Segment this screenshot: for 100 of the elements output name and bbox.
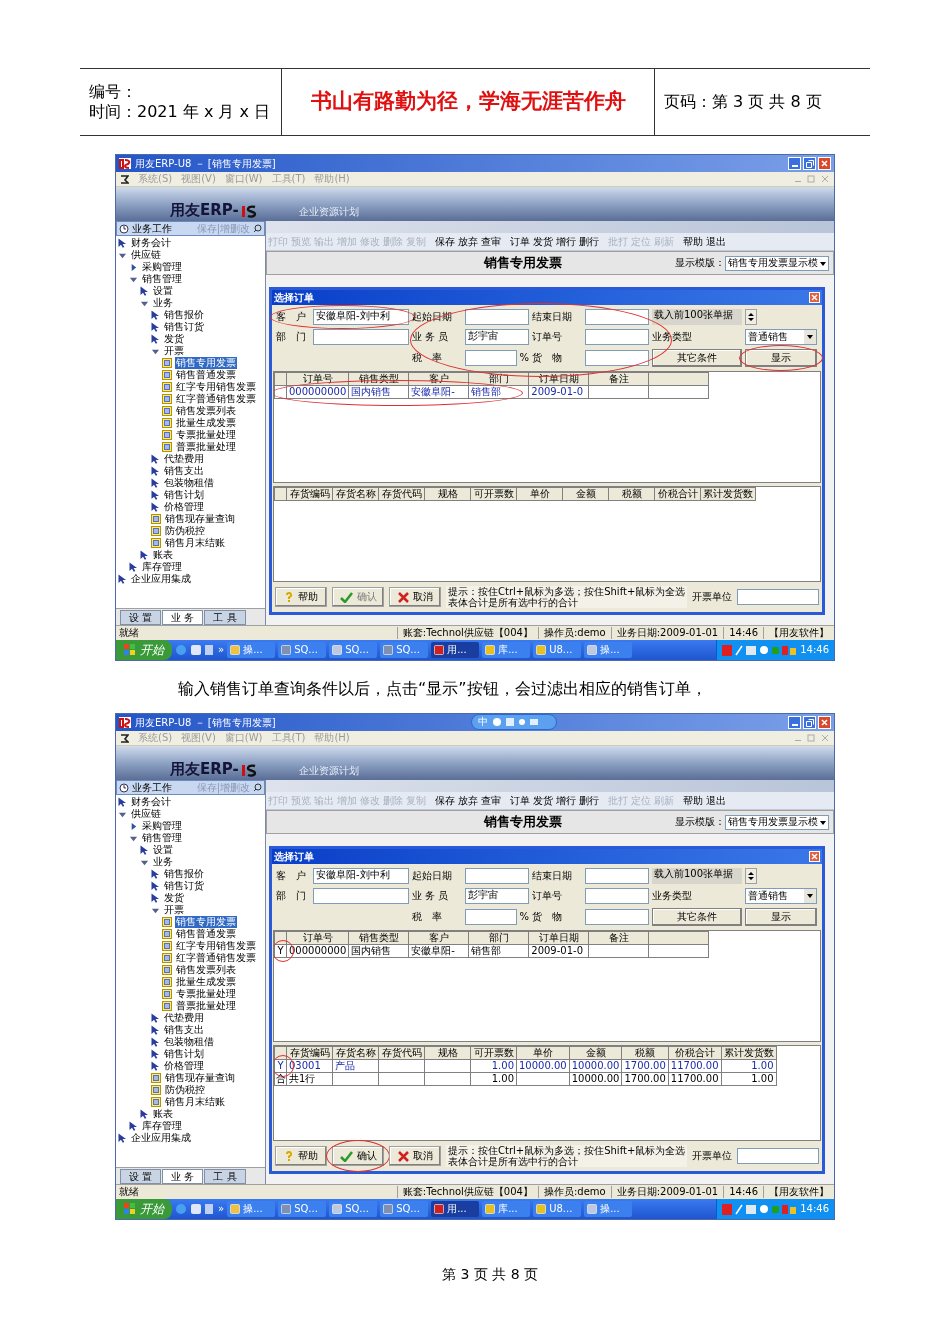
type-select[interactable]: 普通销售 [745, 329, 817, 345]
help-button[interactable]: 帮助 [275, 1146, 327, 1166]
text-field[interactable] [737, 589, 819, 605]
app-menu-icon[interactable] [120, 733, 129, 743]
tree-item[interactable]: 代垫费用 [163, 1012, 205, 1024]
start-button[interactable]: 开始 [116, 1199, 172, 1219]
tree-item[interactable]: 销售发票列表 [175, 964, 237, 976]
help-button[interactable]: 帮助 [275, 587, 327, 607]
more-button[interactable]: » [218, 1203, 225, 1215]
toolbar-button[interactable]: 删行 [579, 794, 599, 807]
tree-item[interactable]: 销售管理 [141, 273, 183, 285]
text-field[interactable] [585, 868, 649, 884]
tree-item[interactable]: 批量生成发票 [175, 417, 237, 429]
tree-item[interactable]: 账表 [152, 1108, 174, 1120]
app-menu-icon[interactable] [120, 174, 129, 184]
text-field[interactable] [737, 1148, 819, 1164]
panel-tab[interactable]: 设 置 [120, 610, 162, 625]
dialog-button[interactable]: 显示 [745, 908, 817, 926]
template-select[interactable]: 销售专用发票显示模 [725, 814, 829, 830]
text-field[interactable]: 彭宇宙 [465, 329, 529, 345]
tree-item[interactable]: 销售报价 [163, 868, 205, 880]
start-button[interactable]: 开始 [116, 640, 172, 660]
tree-item[interactable]: 业务 [152, 856, 174, 868]
minimize-button[interactable] [788, 716, 801, 729]
tree-item[interactable]: 红字专用销售发票 [175, 940, 257, 952]
tree-item[interactable]: 销售月末结账 [164, 1096, 226, 1108]
toolbar-button[interactable]: 退出 [706, 235, 726, 248]
close-button[interactable] [809, 851, 820, 862]
tree-item[interactable]: 红字普通销售发票 [175, 952, 257, 964]
dialog-button[interactable]: 其它条件 [652, 908, 742, 926]
text-field[interactable] [313, 888, 409, 904]
panel-tab[interactable]: 工 具 [204, 1169, 246, 1184]
tree-item[interactable]: 财务会计 [130, 237, 172, 249]
panel-tab[interactable]: 业 务 [162, 1169, 204, 1184]
text-field[interactable]: 安徽阜阳-刘中利 [313, 868, 409, 884]
toolbar-button[interactable]: 放弃 [458, 235, 478, 248]
restore-button[interactable] [803, 157, 816, 170]
taskbar-button[interactable]: U8... [533, 1201, 582, 1217]
tree-item[interactable]: 开票 [163, 345, 185, 357]
tree-item[interactable]: 普票批量处理 [175, 441, 237, 453]
toolbar-button[interactable]: 查审 [481, 794, 501, 807]
text-field[interactable] [585, 350, 649, 366]
text-field[interactable] [465, 909, 518, 925]
text-field[interactable] [585, 909, 649, 925]
toolbar-button[interactable]: 删行 [579, 235, 599, 248]
tree-item[interactable]: 销售管理 [141, 832, 183, 844]
tray-icons-drawing[interactable] [722, 644, 797, 656]
toolbar-button[interactable]: 帮助 [683, 235, 703, 248]
tree-item[interactable]: 销售报价 [163, 309, 205, 321]
close-button[interactable] [809, 292, 820, 303]
tree-item[interactable]: 业务 [152, 297, 174, 309]
tree-item[interactable]: 发货 [163, 892, 185, 904]
toolbar-button[interactable]: 发货 [533, 235, 553, 248]
tree-item[interactable]: 代垫费用 [163, 453, 205, 465]
toolbar-button[interactable]: 帮助 [683, 794, 703, 807]
restore-button[interactable] [803, 716, 816, 729]
tree-item[interactable]: 设置 [152, 844, 174, 856]
close-button[interactable] [818, 716, 831, 729]
tree-item[interactable]: 库存管理 [141, 561, 183, 573]
taskbar-button[interactable]: SQ... [329, 1201, 378, 1217]
tree-item[interactable]: 销售现存量查询 [164, 1072, 236, 1084]
right-triangle-icon[interactable] [129, 262, 138, 272]
toolbar-button[interactable]: 订单 [510, 235, 530, 248]
taskbar-button[interactable]: 操... [227, 642, 276, 658]
panel-tab[interactable]: 工 具 [204, 610, 246, 625]
tree-item[interactable]: 开票 [163, 904, 185, 916]
panel-tab[interactable]: 业 务 [162, 610, 204, 625]
text-field[interactable] [585, 888, 649, 904]
tree-item[interactable]: 销售专用发票 [175, 916, 237, 928]
toolbar-button[interactable]: 保存 [435, 794, 455, 807]
text-field[interactable] [465, 350, 518, 366]
tree-item[interactable]: 销售发票列表 [175, 405, 237, 417]
taskbar-button[interactable]: 用... [431, 642, 480, 658]
taskbar-button[interactable]: SQ... [380, 642, 429, 658]
taskbar-button[interactable]: 操... [584, 642, 633, 658]
taskbar-button[interactable]: 库... [482, 1201, 531, 1217]
toolbar-button[interactable]: 发货 [533, 794, 553, 807]
tree-item[interactable]: 销售现存量查询 [164, 513, 236, 525]
quick-launch-icons-drawing[interactable] [175, 1203, 215, 1215]
type-select[interactable]: 普通销售 [745, 888, 817, 904]
tree-item[interactable]: 发货 [163, 333, 185, 345]
tree-item[interactable]: 普票批量处理 [175, 1000, 237, 1012]
tree-item[interactable]: 专票批量处理 [175, 988, 237, 1000]
tree-item[interactable]: 价格管理 [163, 1060, 205, 1072]
confirm-button[interactable]: 确认 [332, 1146, 384, 1166]
text-field[interactable]: 彭宇宙 [465, 888, 529, 904]
toolbar-button[interactable]: 保存 [435, 235, 455, 248]
tree-item[interactable]: 销售普通发票 [175, 928, 237, 940]
text-field[interactable] [313, 329, 409, 345]
taskbar-button[interactable]: 用... [431, 1201, 480, 1217]
taskbar-button[interactable]: SQ... [278, 642, 327, 658]
tree-item[interactable]: 防伪税控 [164, 525, 206, 537]
tree-item[interactable]: 批量生成发票 [175, 976, 237, 988]
tree-item[interactable]: 销售普通发票 [175, 369, 237, 381]
tree-item[interactable]: 防伪税控 [164, 1084, 206, 1096]
toolbar-button[interactable]: 增行 [556, 794, 576, 807]
more-button[interactable]: » [218, 644, 225, 656]
taskbar-button[interactable]: 操... [227, 1201, 276, 1217]
tree-item[interactable]: 账表 [152, 549, 174, 561]
tree-item[interactable]: 库存管理 [141, 1120, 183, 1132]
